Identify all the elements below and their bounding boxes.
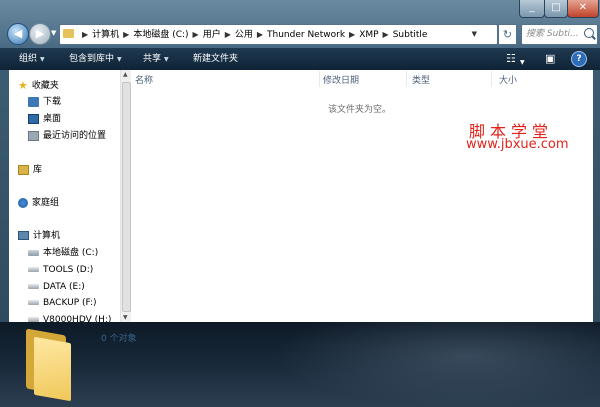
- desktop-icon: [28, 113, 39, 124]
- explorer-window: _ □ ✕ ◀ ▶ ▼ ▶ 计算机 ▶ 本地磁盘 (C:) ▶ 用户 ▶ 公用 ▶ Thunder…: [0, 0, 600, 407]
- nav-favorites[interactable]: ★ 收藏夹: [18, 79, 59, 93]
- nav-drive-f[interactable]: BACKUP (F:): [28, 296, 97, 310]
- breadcrumb-xmp[interactable]: XMP: [359, 30, 378, 40]
- nav-favorites-label: 收藏夹: [31, 81, 59, 91]
- large-folder-front-icon: [34, 336, 71, 402]
- drive-icon: [28, 267, 39, 272]
- homegroup-icon: [18, 197, 28, 208]
- breadcrumb-arrow-icon[interactable]: ▶: [349, 30, 355, 39]
- nav-downloads[interactable]: 下载: [28, 95, 61, 109]
- nav-recent-places[interactable]: 最近访问的位置: [28, 129, 106, 143]
- computer-icon: [18, 231, 29, 240]
- organize-button[interactable]: 组织 ▼: [19, 48, 45, 71]
- nav-libraries-label: 库: [33, 165, 43, 175]
- system-drive-icon: [28, 249, 39, 256]
- nav-recent-label: 最近访问的位置: [43, 131, 107, 141]
- breadcrumb-arrow-icon[interactable]: ▶: [383, 30, 389, 39]
- nav-computer-label: 计算机: [33, 231, 61, 241]
- nav-libraries[interactable]: 库: [18, 163, 42, 177]
- breadcrumb-local-disk[interactable]: 本地磁盘 (C:): [133, 30, 188, 40]
- include-library-label: 包含到库中: [69, 54, 115, 64]
- forward-button[interactable]: ▶: [29, 23, 51, 45]
- chevron-down-icon: ▼: [40, 56, 45, 63]
- drive-icon: [28, 300, 39, 305]
- breadcrumb-subtitle[interactable]: Subtitle: [393, 30, 428, 40]
- column-divider[interactable]: [491, 71, 492, 87]
- nav-drive-c[interactable]: 本地磁盘 (C:): [28, 246, 98, 260]
- column-modified[interactable]: 修改日期: [323, 73, 359, 86]
- breadcrumb-computer[interactable]: 计算机: [92, 30, 119, 40]
- breadcrumb-users[interactable]: 用户: [203, 30, 221, 40]
- help-icon[interactable]: ?: [571, 51, 587, 67]
- recent-places-icon: [28, 130, 39, 141]
- chevron-down-icon[interactable]: ▼: [520, 56, 525, 70]
- nav-computer[interactable]: 计算机: [18, 229, 60, 243]
- new-folder-button[interactable]: 新建文件夹: [193, 48, 238, 70]
- breadcrumb-arrow-icon[interactable]: ▶: [82, 30, 88, 39]
- main-pane: ★收藏夹 下载 桌面 最近访问的位置 库 家庭组 计算机 本地磁盘 (C:): [9, 70, 593, 325]
- nav-downloads-label: 下载: [43, 97, 62, 107]
- star-icon: ★: [18, 78, 28, 92]
- item-count: 0 个对象: [101, 334, 137, 344]
- navigation-bar: ◀ ▶ ▼ ▶ 计算机 ▶ 本地磁盘 (C:) ▶ 用户 ▶ 公用 ▶ Thunder Netwo…: [0, 22, 600, 46]
- nav-drive-c-label: 本地磁盘 (C:): [43, 248, 99, 258]
- drive-icon: [28, 284, 39, 289]
- nav-drive-e[interactable]: DATA (E:): [28, 280, 85, 294]
- breadcrumb: ▶ 计算机 ▶ 本地磁盘 (C:) ▶ 用户 ▶ 公用 ▶ Thunder Network ▶ XMP…: [78, 25, 427, 44]
- download-folder-icon: [28, 96, 39, 107]
- search-icon[interactable]: [584, 28, 594, 38]
- share-label: 共享: [143, 54, 162, 64]
- nav-scrollbar[interactable]: ▲ ▼: [120, 70, 131, 322]
- title-bar: _ □ ✕: [0, 0, 600, 22]
- column-name[interactable]: 名称: [135, 73, 153, 86]
- address-bar[interactable]: ▶ 计算机 ▶ 本地磁盘 (C:) ▶ 用户 ▶ 公用 ▶ Thunder Network ▶ XMP…: [59, 24, 498, 45]
- search-input[interactable]: 搜索 Subti...: [521, 24, 598, 45]
- address-history-dropdown[interactable]: ▼: [472, 25, 477, 44]
- file-list[interactable]: 名称 修改日期 类型 大小 该文件夹为空。: [131, 70, 593, 322]
- navigation-pane: ★收藏夹 下载 桌面 最近访问的位置 库 家庭组 计算机 本地磁盘 (C:): [9, 70, 120, 325]
- view-options-icon[interactable]: ☷: [506, 52, 516, 66]
- nav-drive-f-label: BACKUP (F:): [43, 298, 97, 308]
- minimize-button[interactable]: _: [519, 0, 545, 18]
- command-bar: 组织 ▼ 包含到库中 ▼ 共享 ▼ 新建文件夹 ☷ ▼ ▣ ?: [0, 47, 600, 70]
- nav-drive-d-label: TOOLS (D:): [43, 265, 94, 275]
- scroll-down-icon[interactable]: ▼: [123, 314, 128, 321]
- column-divider[interactable]: [406, 71, 407, 87]
- refresh-icon[interactable]: ↻: [498, 24, 517, 45]
- organize-label: 组织: [19, 54, 38, 64]
- column-divider[interactable]: [319, 71, 320, 87]
- breadcrumb-thunder-network[interactable]: Thunder Network: [267, 30, 345, 40]
- maximize-button[interactable]: □: [544, 0, 568, 18]
- scrollbar-thumb[interactable]: [122, 82, 131, 312]
- breadcrumb-arrow-icon[interactable]: ▶: [257, 30, 263, 39]
- recent-pages-dropdown[interactable]: ▼: [51, 29, 56, 37]
- close-button[interactable]: ✕: [567, 0, 599, 18]
- breadcrumb-arrow-icon[interactable]: ▶: [193, 30, 199, 39]
- chevron-down-icon: ▼: [117, 56, 122, 63]
- share-button[interactable]: 共享 ▼: [143, 48, 169, 71]
- column-size[interactable]: 大小: [499, 73, 517, 86]
- nav-homegroup-label: 家庭组: [32, 198, 60, 208]
- nav-homegroup[interactable]: 家庭组: [18, 196, 59, 210]
- breadcrumb-arrow-icon[interactable]: ▶: [225, 30, 231, 39]
- breadcrumb-public[interactable]: 公用: [235, 30, 253, 40]
- chevron-down-icon: ▼: [164, 56, 169, 63]
- search-placeholder: 搜索 Subti...: [526, 29, 579, 39]
- scroll-up-icon[interactable]: ▲: [123, 71, 128, 78]
- include-library-button[interactable]: 包含到库中 ▼: [69, 48, 122, 71]
- back-button[interactable]: ◀: [7, 23, 29, 45]
- column-type[interactable]: 类型: [412, 73, 430, 86]
- preview-pane-icon[interactable]: ▣: [545, 52, 555, 66]
- folder-icon: [63, 29, 74, 38]
- breadcrumb-arrow-icon[interactable]: ▶: [123, 30, 129, 39]
- nav-desktop-label: 桌面: [43, 114, 62, 124]
- watermark-url: www.jbxue.com: [466, 137, 569, 152]
- nav-drive-e-label: DATA (E:): [43, 282, 85, 292]
- nav-drive-d[interactable]: TOOLS (D:): [28, 263, 93, 277]
- empty-folder-message: 该文件夹为空。: [328, 105, 392, 115]
- nav-desktop[interactable]: 桌面: [28, 112, 61, 126]
- background-decoration: [270, 322, 600, 407]
- library-icon: [18, 164, 29, 175]
